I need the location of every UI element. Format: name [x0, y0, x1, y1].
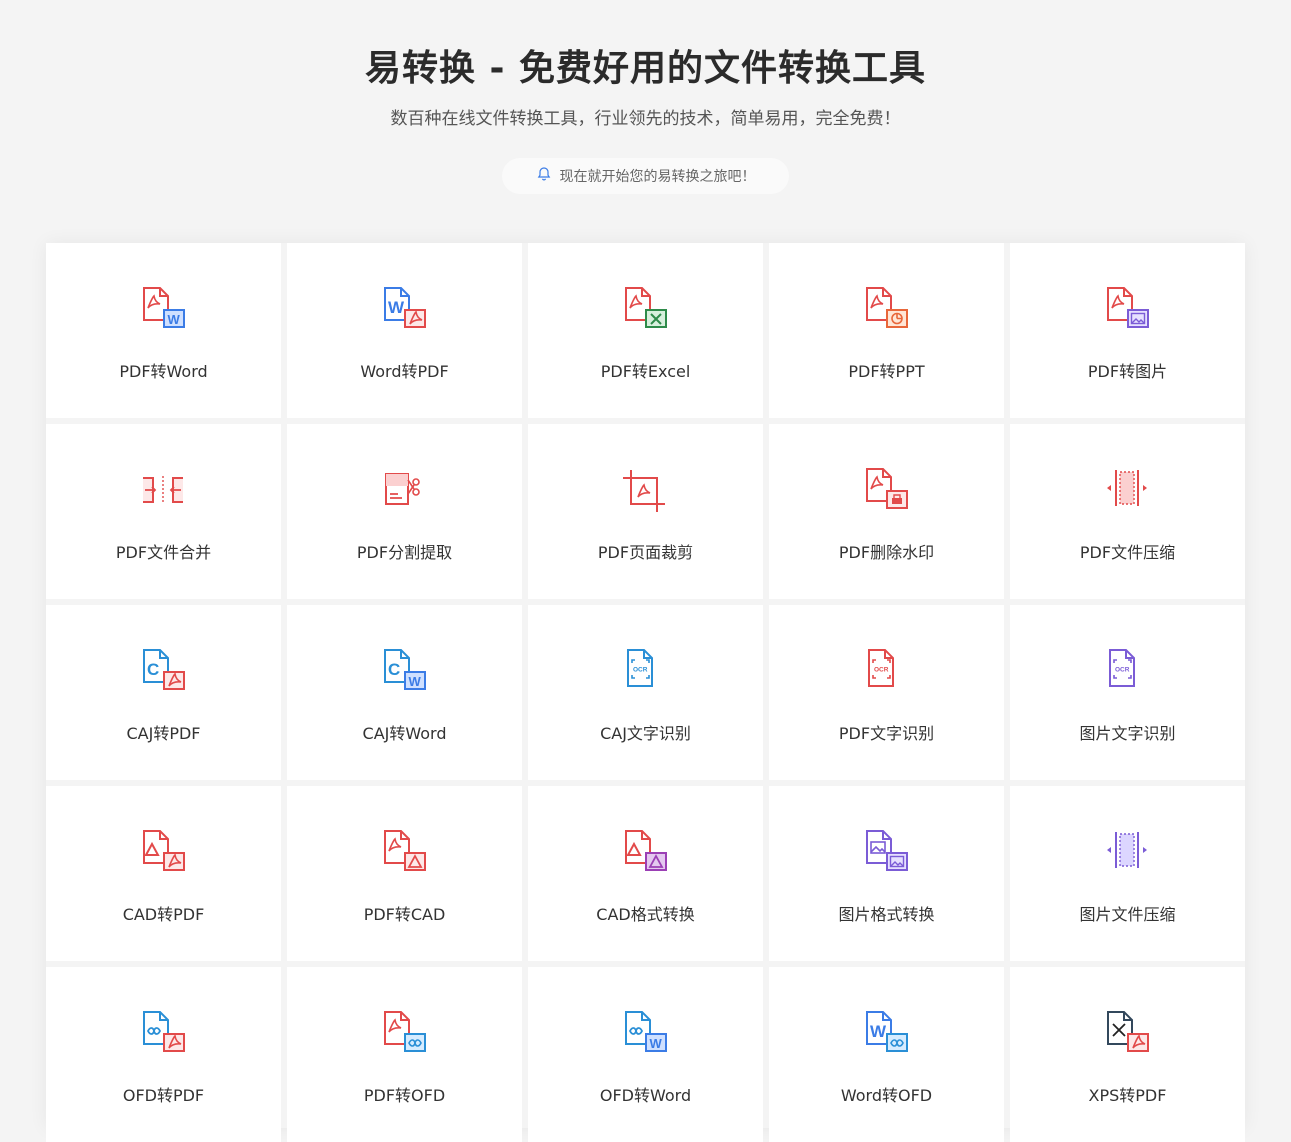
tool-card-pdf-to-ppt[interactable]: PDF转PPT [769, 243, 1004, 418]
start-cta-label: 现在就开始您的易转换之旅吧！ [559, 169, 756, 185]
svg-text:W: W [409, 674, 422, 689]
tool-card-label: 图片文件压缩 [1079, 905, 1176, 924]
tool-card-pdf-to-image[interactable]: PDF转图片 [1010, 243, 1245, 418]
tool-card-label: PDF文字识别 [838, 724, 935, 743]
tool-card-label: PDF页面裁剪 [597, 543, 694, 562]
svg-text:OCR: OCR [633, 667, 648, 674]
pdf-to-image-icon [1099, 280, 1155, 336]
cad-convert-icon [617, 823, 673, 879]
pdf-ocr-icon: OCR [858, 642, 914, 698]
pdf-to-excel-icon [617, 280, 673, 336]
tool-card-label: PDF转OFD [363, 1086, 446, 1105]
svg-text:W: W [870, 1022, 887, 1041]
tool-card-ofd-to-pdf[interactable]: OFD转PDF [46, 967, 281, 1142]
tool-card-caj-to-pdf[interactable]: C CAJ转PDF [46, 605, 281, 780]
tool-card-pdf-remove-watermark[interactable]: PDF删除水印 [769, 424, 1004, 599]
tool-card-label: CAJ转Word [362, 724, 447, 743]
svg-text:C: C [147, 660, 159, 679]
tool-card-xps-to-pdf[interactable]: XPS转PDF [1010, 967, 1245, 1142]
ofd-to-pdf-icon [135, 1004, 191, 1060]
bell-icon [536, 166, 552, 186]
tool-card-ofd-to-word[interactable]: W OFD转Word [528, 967, 763, 1142]
pdf-compress-icon [1099, 461, 1155, 517]
tool-grid: W PDF转Word W Word转PDF PDF转Excel PDF转PPT PDF转图片… [46, 243, 1245, 1142]
tool-card-label: PDF文件压缩 [1079, 543, 1176, 562]
tool-card-pdf-crop[interactable]: PDF页面裁剪 [528, 424, 763, 599]
tool-card-label: PDF转CAD [363, 905, 446, 924]
pdf-to-word-icon: W [135, 280, 191, 336]
tool-card-label: XPS转PDF [1088, 1086, 1167, 1105]
tool-card-label: CAD格式转换 [596, 905, 695, 924]
pdf-remove-watermark-icon [858, 461, 914, 517]
image-ocr-icon: OCR [1099, 642, 1155, 698]
svg-text:W: W [168, 312, 181, 327]
ofd-to-word-icon: W [617, 1004, 673, 1060]
caj-ocr-icon: OCR [617, 642, 673, 698]
image-compress-icon [1099, 823, 1155, 879]
tool-card-label: PDF分割提取 [356, 543, 453, 562]
tool-card-label: Word转PDF [360, 362, 449, 381]
tool-card-label: PDF转图片 [1087, 362, 1168, 381]
pdf-to-ppt-icon [858, 280, 914, 336]
tool-card-label: OFD转PDF [122, 1086, 205, 1105]
word-to-ofd-icon: W [858, 1004, 914, 1060]
tool-card-image-compress[interactable]: 图片文件压缩 [1010, 786, 1245, 961]
tool-card-image-convert[interactable]: 图片格式转换 [769, 786, 1004, 961]
tool-card-image-ocr[interactable]: OCR 图片文字识别 [1010, 605, 1245, 780]
tool-card-label: PDF转Excel [600, 362, 691, 381]
tool-card-word-to-pdf[interactable]: W Word转PDF [287, 243, 522, 418]
svg-text:OCR: OCR [874, 667, 889, 674]
tool-card-word-to-ofd[interactable]: W Word转OFD [769, 967, 1004, 1142]
svg-text:W: W [388, 298, 405, 317]
tool-card-cad-convert[interactable]: CAD格式转换 [528, 786, 763, 961]
page-title: 易转换 - 免费好用的文件转换工具 [364, 48, 926, 89]
caj-to-word-icon: CW [376, 642, 432, 698]
tool-card-pdf-to-cad[interactable]: PDF转CAD [287, 786, 522, 961]
start-cta-button[interactable]: 现在就开始您的易转换之旅吧！ [502, 158, 789, 194]
pdf-merge-icon [135, 461, 191, 517]
tool-card-pdf-split[interactable]: PDF分割提取 [287, 424, 522, 599]
tool-card-pdf-to-ofd[interactable]: PDF转OFD [287, 967, 522, 1142]
tool-card-label: CAJ文字识别 [600, 724, 691, 743]
caj-to-pdf-icon: C [135, 642, 191, 698]
tool-card-label: PDF转Word [119, 362, 208, 381]
pdf-split-icon [376, 461, 432, 517]
tool-card-label: PDF文件合并 [115, 543, 212, 562]
image-convert-icon [858, 823, 914, 879]
tool-card-label: 图片文字识别 [1079, 724, 1176, 743]
tool-card-label: OFD转Word [599, 1086, 692, 1105]
tool-card-pdf-to-excel[interactable]: PDF转Excel [528, 243, 763, 418]
tool-card-label: PDF转PPT [848, 362, 925, 381]
pdf-to-ofd-icon [376, 1004, 432, 1060]
tool-card-label: CAD转PDF [122, 905, 205, 924]
tool-card-label: Word转OFD [840, 1086, 933, 1105]
svg-text:C: C [388, 660, 400, 679]
tool-card-caj-to-word[interactable]: C W CAJ转Word [287, 605, 522, 780]
word-to-pdf-icon: W [376, 280, 432, 336]
tool-card-label: PDF删除水印 [838, 543, 935, 562]
tool-card-pdf-merge[interactable]: PDF文件合并 [46, 424, 281, 599]
tool-card-label: CAJ转PDF [126, 724, 201, 743]
tool-card-pdf-compress[interactable]: PDF文件压缩 [1010, 424, 1245, 599]
tool-card-caj-ocr[interactable]: OCR CAJ文字识别 [528, 605, 763, 780]
tool-card-pdf-ocr[interactable]: OCR PDF文字识别 [769, 605, 1004, 780]
svg-text:W: W [650, 1036, 663, 1051]
svg-text:OCR: OCR [1115, 667, 1130, 674]
tool-card-cad-to-pdf[interactable]: CAD转PDF [46, 786, 281, 961]
cad-to-pdf-icon [135, 823, 191, 879]
xps-to-pdf-icon [1099, 1004, 1155, 1060]
pdf-crop-icon [617, 461, 673, 517]
tool-card-pdf-to-word[interactable]: W PDF转Word [46, 243, 281, 418]
pdf-to-cad-icon [376, 823, 432, 879]
tool-card-label: 图片格式转换 [838, 905, 935, 924]
page-subtitle: 数百种在线文件转换工具，行业领先的技术，简单易用，完全免费！ [390, 109, 901, 129]
